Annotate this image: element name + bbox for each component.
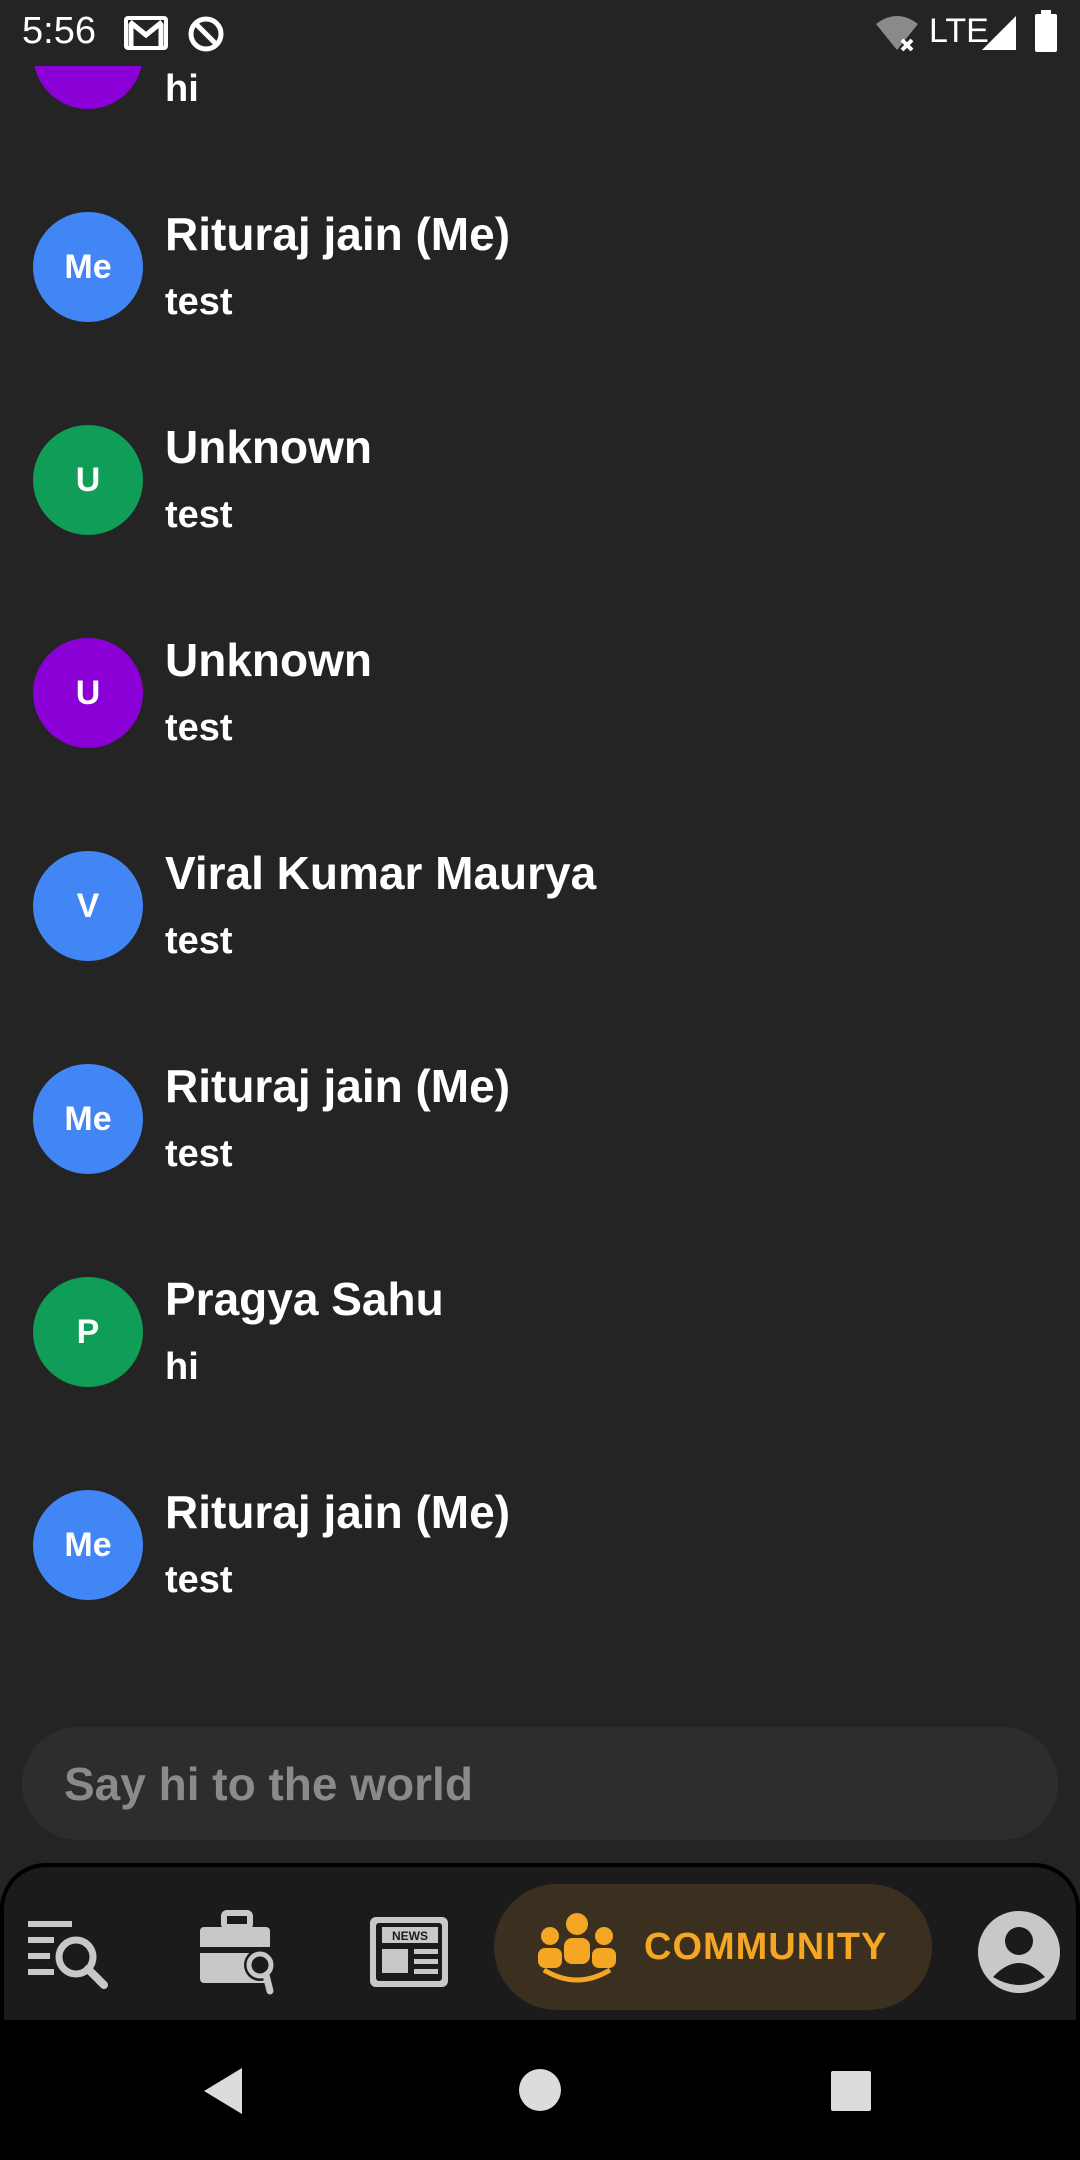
message-author: Unknown bbox=[165, 421, 372, 473]
message-item[interactable]: U Unknown test bbox=[0, 515, 1080, 749]
nav-news-tab[interactable]: NEWS bbox=[364, 1907, 454, 1997]
system-nav-bar bbox=[0, 2020, 1080, 2160]
message-author: Rituraj jain (Me) bbox=[165, 208, 511, 260]
message-item[interactable]: P Pragya Sahu hi bbox=[0, 1154, 1080, 1388]
nav-community-label: COMMUNITY bbox=[644, 1926, 888, 1968]
message-author: Viral Kumar Maurya bbox=[165, 847, 597, 899]
community-icon bbox=[538, 1913, 616, 1983]
nav-profile-tab[interactable] bbox=[974, 1907, 1064, 1997]
message-item[interactable]: Me Rituraj jain (Me) test bbox=[0, 89, 1080, 323]
app-screen: UUnknownhiMeRituraj jain (Me)testUUnknow… bbox=[0, 0, 1080, 2020]
message-author: Rituraj jain (Me) bbox=[165, 1486, 511, 1538]
profile-icon bbox=[978, 1911, 1060, 1993]
nav-jobs-tab[interactable] bbox=[194, 1907, 284, 1997]
message-item[interactable]: Me Rituraj jain (Me) test bbox=[0, 1367, 1080, 1601]
status-time: 5:56 bbox=[22, 10, 96, 52]
message-item[interactable]: Me Rituraj jain (Me) test bbox=[0, 941, 1080, 1175]
message-author: Pragya Sahu bbox=[165, 1273, 444, 1325]
news-icon-text: NEWS bbox=[392, 1929, 428, 1943]
search-list-icon bbox=[28, 1921, 108, 1989]
wifi-off-icon bbox=[876, 16, 918, 52]
home-icon[interactable] bbox=[518, 2068, 562, 2112]
nav-community-tab[interactable]: COMMUNITY bbox=[494, 1884, 932, 2010]
compose-input[interactable]: Say hi to the world bbox=[22, 1727, 1058, 1840]
avatar[interactable]: Me bbox=[33, 1490, 143, 1600]
message-item[interactable]: V Viral Kumar Maurya test bbox=[0, 728, 1080, 962]
status-bar: 5:56 LTE bbox=[0, 0, 1080, 66]
compose-placeholder: Say hi to the world bbox=[64, 1758, 473, 1810]
job-search-icon bbox=[200, 1910, 276, 1995]
gmail-icon bbox=[124, 16, 168, 50]
battery-icon bbox=[1035, 10, 1057, 52]
message-item[interactable]: U Unknown test bbox=[0, 302, 1080, 536]
back-icon[interactable] bbox=[200, 2066, 246, 2116]
sync-off-icon bbox=[188, 16, 224, 52]
bottom-nav: NEWS COMMUNITY bbox=[0, 1863, 1080, 2020]
news-icon: NEWS bbox=[370, 1917, 448, 1987]
message-author: Unknown bbox=[165, 634, 372, 686]
recents-icon[interactable] bbox=[830, 2070, 872, 2112]
message-text: test bbox=[165, 1559, 233, 1601]
nav-search-tab[interactable] bbox=[24, 1907, 114, 1997]
signal-icon bbox=[982, 16, 1016, 50]
message-author: Rituraj jain (Me) bbox=[165, 1060, 511, 1112]
